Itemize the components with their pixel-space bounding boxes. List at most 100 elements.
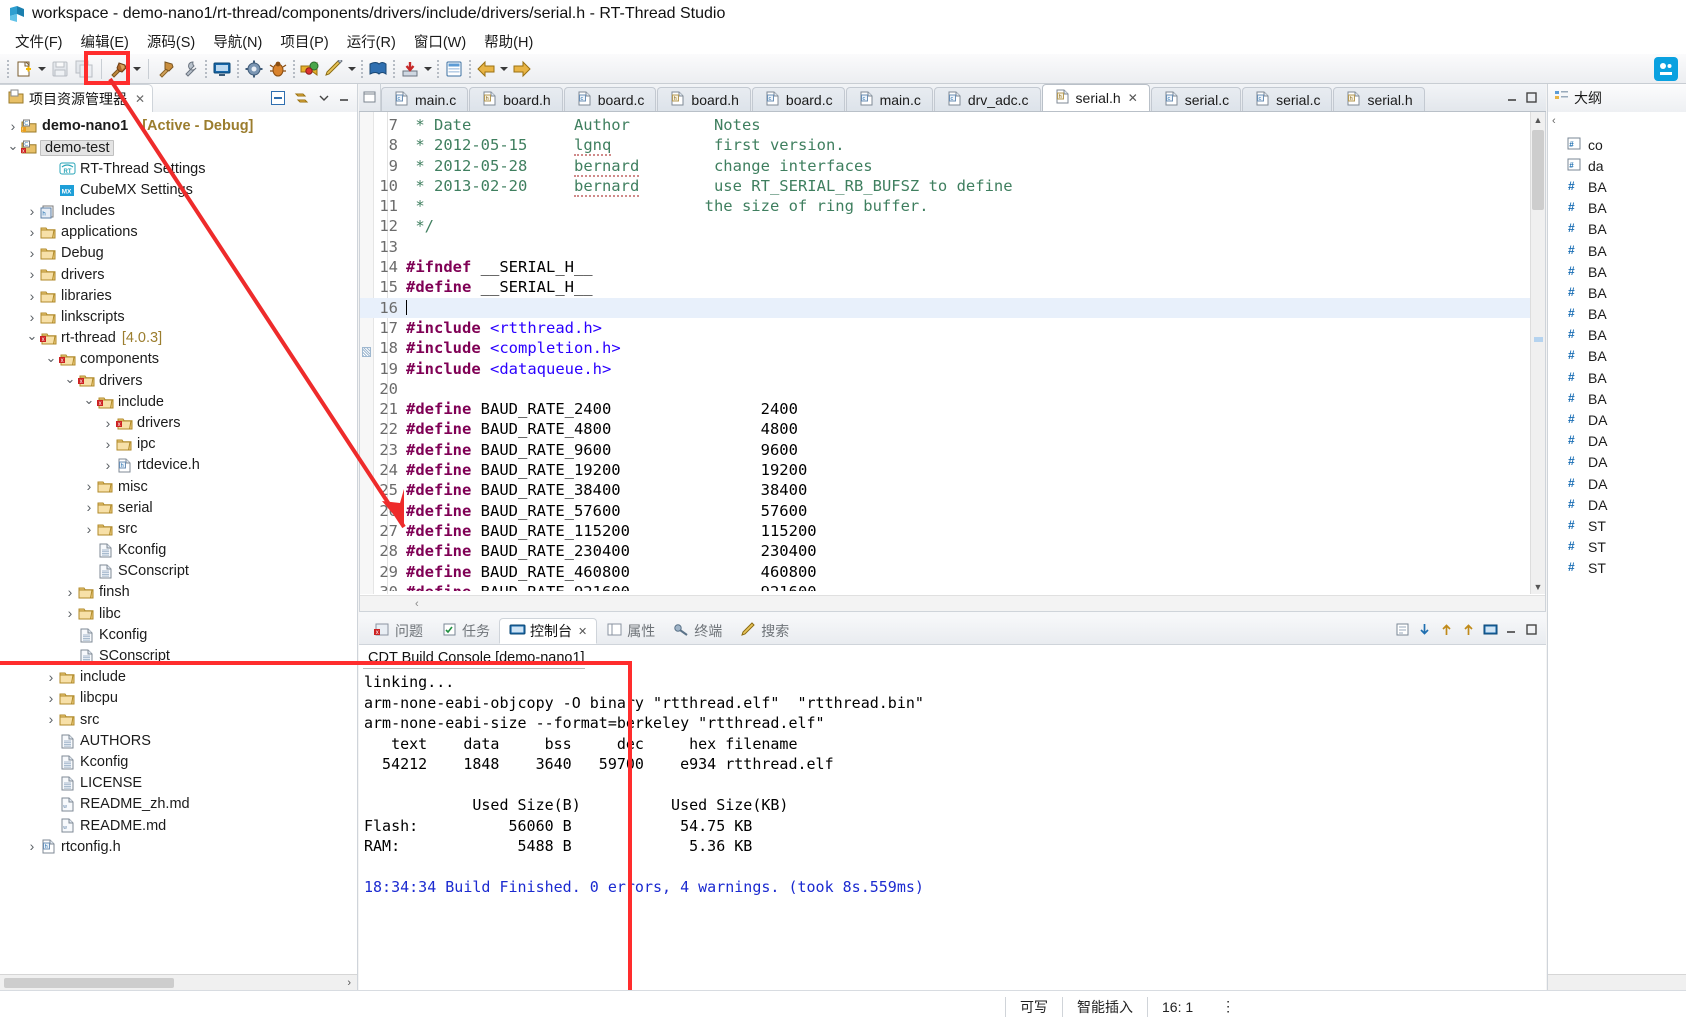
chevron-down-icon[interactable] [6, 141, 20, 155]
code-editor[interactable]: 7 * Date Author Notes 8 * 2012-05-15 lgnq… [359, 112, 1546, 612]
code-line[interactable]: 9 * 2012-05-28 bernard change interfaces [360, 156, 1530, 177]
run-icon[interactable] [299, 58, 321, 80]
tree-item-drivers[interactable]: drivers [0, 264, 357, 285]
chevron-right-icon[interactable] [101, 437, 115, 452]
chevron-down-icon[interactable] [63, 374, 77, 388]
console-tab-console[interactable]: 控制台 ✕ [499, 618, 598, 644]
toolbar-drag-handle[interactable] [7, 59, 9, 78]
editor-tab-board-h[interactable]: h board.h [657, 87, 751, 111]
tree-item-rtdevice-h[interactable]: h rtdevice.h [0, 455, 357, 476]
console-output[interactable]: linking... arm-none-eabi-objcopy -O binar… [359, 669, 1546, 898]
tree-item-demo-test[interactable]: Cxdemo-test [0, 137, 357, 158]
tree-item-drivers[interactable]: x drivers [0, 413, 357, 434]
editor-tab-board-c[interactable]: c board.c [563, 87, 657, 111]
display-selected-console-icon[interactable] [1461, 622, 1476, 640]
tree-item-applications[interactable]: applications [0, 222, 357, 243]
editor-tab-main-c[interactable]: c main.c [845, 87, 933, 111]
tree-item-sconscript[interactable]: SConscript [0, 561, 357, 582]
tree-item-libc[interactable]: libc [0, 603, 357, 624]
chevron-right-icon[interactable] [25, 289, 39, 304]
console-tab-search[interactable]: 搜索 [731, 619, 798, 644]
outline-row[interactable]: # DA [1548, 431, 1686, 452]
back-dropdown-icon[interactable] [498, 58, 510, 80]
outline-row[interactable]: # BA [1548, 198, 1686, 219]
outline-row[interactable]: # DA [1548, 452, 1686, 473]
clear-console-icon[interactable] [1395, 622, 1410, 640]
menu-source[interactable]: 源码(S) [138, 29, 204, 54]
chevron-right-icon[interactable] [44, 691, 58, 706]
code-line[interactable]: 23 #define BAUD_RATE_9600 9600 [360, 440, 1530, 460]
build-dropdown-icon[interactable] [131, 58, 143, 80]
clean-icon[interactable] [179, 58, 201, 80]
tree-item-include[interactable]: x include [0, 391, 357, 412]
outline-row[interactable]: # BA [1548, 367, 1686, 388]
chevron-right-icon[interactable] [6, 119, 20, 134]
tree-item-kconfig[interactable]: Kconfig [0, 752, 357, 773]
tree-item-license[interactable]: LICENSE [0, 773, 357, 794]
collapse-all-icon[interactable] [270, 90, 286, 106]
menu-help[interactable]: 帮助(H) [475, 29, 542, 54]
outline-row[interactable]: # BA [1548, 219, 1686, 240]
chevron-right-icon[interactable] [82, 479, 96, 494]
new-dropdown-icon[interactable] [36, 58, 48, 80]
tree-item-demo-nano1[interactable]: C!demo-nano1[Active - Debug] [0, 116, 357, 137]
tree-item-libraries[interactable]: libraries [0, 286, 357, 307]
import-icon[interactable] [399, 58, 421, 80]
code-line[interactable]: 29 #define BAUD_RATE_460800 460800 [360, 562, 1530, 582]
minimize-icon[interactable] [1506, 91, 1519, 107]
tree-item-linkscripts[interactable]: linkscripts [0, 307, 357, 328]
tree-item-kconfig[interactable]: Kconfig [0, 625, 357, 646]
tree-item-drivers[interactable]: x drivers [0, 370, 357, 391]
scroll-down-icon[interactable]: ▼ [1531, 579, 1545, 594]
menu-run[interactable]: 运行(R) [338, 29, 405, 54]
menu-file[interactable]: 文件(F) [6, 29, 72, 54]
outline-row[interactable]: # DA [1548, 494, 1686, 515]
chevron-right-icon[interactable] [44, 670, 58, 685]
tree-item-readme-zh-md[interactable]: w README_zh.md [0, 794, 357, 815]
pin-console-icon[interactable] [1439, 622, 1454, 640]
flash-dropdown-icon[interactable] [346, 58, 358, 80]
book-icon[interactable] [367, 58, 389, 80]
outline-list[interactable]: # co # da # BA # BA # BA # BA # BA # BA # BA # BA # BA # BA # BA #… [1548, 130, 1686, 579]
tree-item-src[interactable]: src [0, 519, 357, 540]
link-with-editor-icon[interactable] [294, 90, 310, 106]
outline-hscrollbar[interactable] [1548, 974, 1686, 990]
minimize-icon[interactable] [338, 92, 350, 104]
outline-row[interactable]: # da [1548, 155, 1686, 176]
source-code-text[interactable]: 7 * Date Author Notes 8 * 2012-05-15 lgnq… [360, 112, 1530, 594]
chevron-right-icon[interactable] [25, 225, 39, 240]
build-hammer-icon[interactable] [108, 58, 130, 80]
editor-tab-serial-c[interactable]: c serial.c [1150, 87, 1242, 111]
console-tab-terminal[interactable]: 终端 [664, 619, 731, 644]
outline-row[interactable]: # BA [1548, 176, 1686, 197]
code-line[interactable]: 7 * Date Author Notes [360, 115, 1530, 135]
back-arrow-icon[interactable] [475, 58, 497, 80]
maximize-icon[interactable] [1525, 91, 1538, 107]
gear-icon[interactable] [243, 58, 265, 80]
menu-project[interactable]: 项目(P) [271, 29, 337, 54]
close-icon[interactable]: ✕ [578, 625, 587, 638]
outline-tab-label[interactable]: 大纲 [1574, 88, 1602, 108]
scroll-lock-icon[interactable] [1417, 622, 1432, 640]
project-explorer-hscrollbar[interactable]: › [0, 974, 357, 990]
tree-item-cubemx-settings[interactable]: MX CubeMX Settings [0, 180, 357, 201]
chevron-right-icon[interactable] [25, 310, 39, 325]
code-line[interactable]: 13 [360, 237, 1530, 257]
save-icon[interactable] [49, 58, 71, 80]
tree-item-src[interactable]: src [0, 709, 357, 730]
code-line[interactable]: 30 #define BAUD_RATE_921600 921600 [360, 582, 1530, 591]
tree-item-libcpu[interactable]: libcpu [0, 688, 357, 709]
chevron-right-icon[interactable] [44, 712, 58, 727]
forward-arrow-icon[interactable] [511, 58, 533, 80]
code-line[interactable]: 22 #define BAUD_RATE_4800 4800 [360, 419, 1530, 439]
console-tab-tasks[interactable]: 任务 [432, 619, 499, 644]
close-icon[interactable]: ✕ [135, 92, 145, 106]
code-line[interactable]: 8 * 2012-05-15 lgnq first version. [360, 135, 1530, 157]
code-line[interactable]: 26 #define BAUD_RATE_57600 57600 [360, 501, 1530, 521]
editor-restore-icon[interactable] [359, 83, 381, 111]
code-line[interactable]: 16 [360, 297, 1530, 318]
tree-item-serial[interactable]: serial [0, 497, 357, 518]
chevron-right-icon[interactable] [63, 606, 77, 621]
menu-navigate[interactable]: 导航(N) [204, 29, 271, 54]
code-line[interactable]: 25 #define BAUD_RATE_38400 38400 [360, 480, 1530, 500]
